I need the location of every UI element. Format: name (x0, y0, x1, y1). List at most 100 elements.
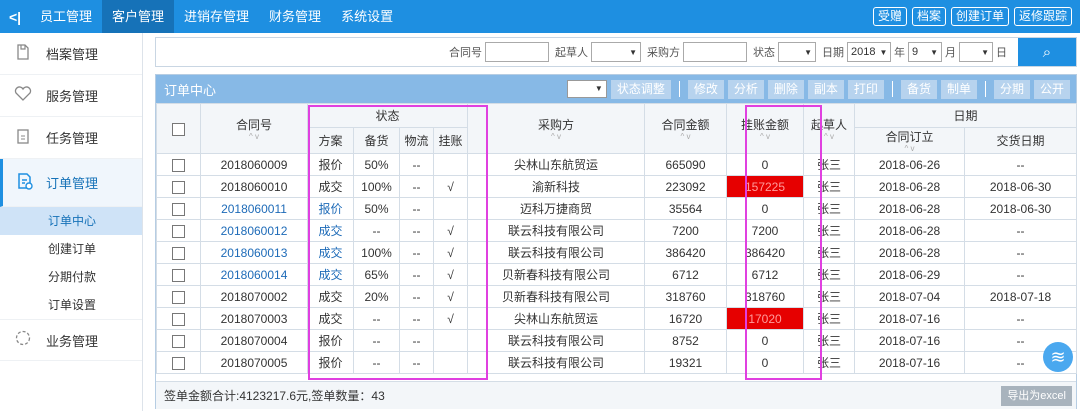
signed-date-cell: 2018-06-28 (854, 175, 966, 198)
status-select[interactable]: ▼ (778, 42, 816, 62)
installment-button[interactable]: 分期 (993, 79, 1030, 99)
row-checkbox[interactable] (172, 290, 185, 304)
row-checkbox[interactable] (172, 312, 185, 326)
sidebar-item-order[interactable]: 订单管理 (0, 159, 142, 207)
table-row[interactable]: 2018060010 成交 100% -- √ 渝新科技 223092 157225 张三 201… (156, 175, 1078, 198)
gift-button[interactable]: 受赠 (872, 7, 907, 26)
delivery-date-header[interactable]: 交货日期 (964, 127, 1078, 154)
status-adjust-select[interactable]: ▼ (566, 80, 607, 98)
sidebar-item-task[interactable]: 任务管理 (0, 117, 142, 159)
sort-icon[interactable]: ^ v (728, 133, 803, 141)
create-order-button[interactable]: 创建订单 (950, 7, 1009, 26)
sidebar-sub-installment[interactable]: 分期付款 (0, 263, 142, 291)
signed-date-cell: 2018-07-16 (854, 351, 966, 374)
hang-cell: √ (432, 285, 469, 308)
nav-settings[interactable]: 系统设置 (331, 0, 403, 33)
sort-icon[interactable]: ^ v (469, 133, 644, 141)
table-row[interactable]: 2018060009 报价 50% -- 尖林山东航贸运 665090 0 张三 2018-06… (156, 153, 1078, 176)
table-row[interactable]: 2018070002 成交 20% -- √ 贝新春科技有限公司 318760 318760 张… (156, 285, 1078, 308)
day-select[interactable]: ▼ (959, 42, 993, 62)
year-select[interactable]: 2018 ▼ (847, 42, 891, 62)
row-checkbox[interactable] (172, 180, 185, 194)
nav-inventory[interactable]: 进销存管理 (174, 0, 259, 33)
sort-icon[interactable]: ^ v (805, 133, 854, 141)
table-row[interactable]: 2018060011 报价 50% -- 迈科万捷商贸 35564 0 张三 2018-06-2… (156, 197, 1078, 220)
chat-float-icon[interactable]: ≋ (1043, 342, 1073, 372)
contract-input[interactable] (485, 42, 549, 62)
row-checkbox[interactable] (172, 356, 185, 370)
select-all-cell (156, 103, 201, 154)
table-row[interactable]: 2018070005 报价 -- -- 联云科技有限公司 19321 0 张三 2018-07-… (156, 351, 1078, 374)
edit-button[interactable]: 修改 (687, 79, 724, 99)
sort-icon[interactable]: ^ v (856, 145, 964, 153)
nav-customer[interactable]: 客户管理 (102, 0, 175, 33)
table-row[interactable]: 2018060014 成交 65% -- √ 贝新春科技有限公司 6712 6712 张三 201… (156, 263, 1078, 286)
row-checkbox[interactable] (172, 224, 185, 238)
drafter-header[interactable]: 起草人 ^ v (803, 103, 856, 154)
sort-icon[interactable]: ^ v (646, 133, 726, 141)
select-all-checkbox[interactable] (172, 122, 185, 136)
table-row[interactable]: 2018070004 报价 -- -- 联云科技有限公司 8752 0 张三 2018-07-1… (156, 329, 1078, 352)
delivery-date-cell: 2018-06-30 (964, 175, 1078, 198)
export-excel-button[interactable]: 导出为excel (1001, 385, 1072, 406)
checkbox (156, 329, 201, 352)
analyze-button[interactable]: 分析 (727, 79, 764, 99)
row-checkbox[interactable] (172, 334, 185, 348)
sidebar-item-archive[interactable]: 档案管理 (0, 33, 142, 75)
amount-header[interactable]: 合同金额 ^ v (644, 103, 728, 154)
archive-button[interactable]: 档案 (911, 7, 946, 26)
row-checkbox[interactable] (172, 246, 185, 260)
scheme-cell: 成交 (307, 219, 354, 242)
sidebar-item-service[interactable]: 服务管理 (0, 75, 142, 117)
contract-header[interactable]: 合同号 ^ v (200, 103, 308, 154)
sidebar-item-business[interactable]: 业务管理 (0, 319, 142, 361)
table-row[interactable]: 2018060013 成交 100% -- √ 联云科技有限公司 386420 386420 张… (156, 241, 1078, 264)
print-button[interactable]: 打印 (847, 79, 884, 99)
drafter-select[interactable]: ▼ (591, 42, 641, 62)
contract-cell[interactable]: 2018060012 (200, 219, 308, 242)
buyer-cell: 联云科技有限公司 (467, 329, 646, 352)
signed-date-header[interactable]: 合同订立 ^ v (854, 127, 966, 154)
spinner-icon (0, 329, 46, 351)
delete-button[interactable]: 删除 (767, 79, 804, 99)
copy-button[interactable]: 副本 (807, 79, 844, 99)
table-row[interactable]: 2018070003 成交 -- -- √ 尖林山东航贸运 16720 17020 张三 2018… (156, 307, 1078, 330)
nav-employee[interactable]: 员工管理 (30, 0, 102, 33)
publish-button[interactable]: 公开 (1033, 79, 1070, 99)
chevron-down-icon: ▼ (804, 47, 812, 57)
hang-cell: √ (432, 263, 469, 286)
buyer-header[interactable]: 采购方 ^ v (467, 103, 646, 154)
scheme-cell: 报价 (307, 153, 354, 176)
sidebar-sub-order-center[interactable]: 订单中心 (0, 207, 142, 235)
sidebar-item-label: 服务管理 (46, 89, 99, 104)
sidebar-sub-order-settings[interactable]: 订单设置 (0, 291, 142, 319)
hang-amount-header[interactable]: 挂账金额 ^ v (726, 103, 805, 154)
signed-date-cell: 2018-06-28 (854, 241, 966, 264)
sidebar-sub-create-order[interactable]: 创建订单 (0, 235, 142, 263)
search-button[interactable]: ⌕ (1018, 38, 1076, 66)
month-select[interactable]: 9 ▼ (908, 42, 942, 62)
contract-cell[interactable]: 2018060013 (200, 241, 308, 264)
make-bill-button[interactable]: 制单 (940, 79, 977, 99)
table-row[interactable]: 2018060012 成交 -- -- √ 联云科技有限公司 7200 7200 张三 2018-… (156, 219, 1078, 242)
checkbox (156, 241, 201, 264)
hang-cell (432, 153, 469, 176)
sort-icon[interactable]: ^ v (202, 133, 307, 141)
checkbox (156, 351, 201, 374)
stock-button[interactable]: 备货 (900, 79, 937, 99)
buyer-cell: 贝新春科技有限公司 (467, 263, 646, 286)
status-adjust-button[interactable]: 状态调整 (610, 79, 671, 99)
contract-cell[interactable]: 2018060011 (200, 197, 308, 220)
collapse-sidebar-icon[interactable]: <| (0, 9, 30, 25)
row-checkbox[interactable] (172, 158, 185, 172)
hang-cell (432, 351, 469, 374)
buyer-input[interactable] (683, 42, 747, 62)
contract-cell[interactable]: 2018060014 (200, 263, 308, 286)
hang-amount-cell: 318760 (726, 285, 805, 308)
repair-tracking-button[interactable]: 返修跟踪 (1013, 7, 1072, 26)
amount-cell: 19321 (644, 351, 728, 374)
stock-cell: -- (353, 307, 400, 330)
row-checkbox[interactable] (172, 202, 185, 216)
nav-finance[interactable]: 财务管理 (259, 0, 331, 33)
row-checkbox[interactable] (172, 268, 185, 282)
